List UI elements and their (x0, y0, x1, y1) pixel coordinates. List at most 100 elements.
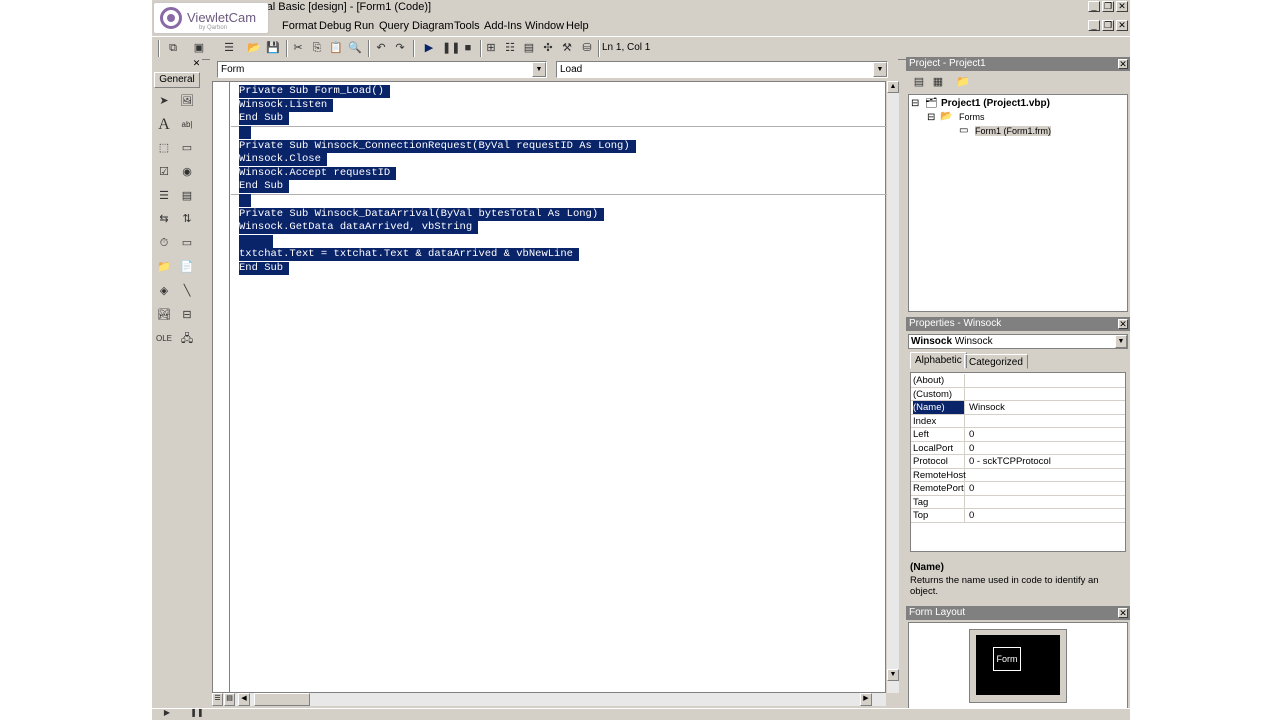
child-close-button[interactable]: ✕ (1116, 20, 1128, 31)
properties-window-icon[interactable]: ☷ (503, 41, 517, 55)
property-value[interactable]: Winsock (969, 401, 1005, 414)
toolbox-icon[interactable]: ⚒ (560, 41, 574, 55)
tree-form1[interactable]: Form1 (Form1.frm) (975, 126, 1051, 136)
property-value[interactable]: 0 - sckTCPProtocol (969, 455, 1051, 468)
toolbox-tab-general[interactable]: General (154, 72, 200, 88)
code-line[interactable]: Private Sub Winsock_ConnectionRequest(By… (239, 140, 636, 153)
timer-tool-icon[interactable]: ⏱ (155, 234, 173, 252)
menu-help[interactable]: Help (566, 20, 589, 32)
code-line[interactable]: End Sub (239, 112, 290, 125)
horizontal-scrollbar[interactable]: ☰ ▤ ◀ ▶ (212, 693, 886, 706)
menu-tools[interactable]: Tools (454, 20, 480, 32)
property-row[interactable]: Tag (911, 495, 1125, 509)
scroll-up-icon[interactable]: ▲ (887, 81, 899, 93)
tree-collapse-icon[interactable]: ⊟ (911, 98, 919, 109)
code-line[interactable] (239, 194, 251, 207)
property-row[interactable]: Index (911, 414, 1125, 428)
scroll-right-icon[interactable]: ▶ (860, 693, 872, 706)
procedure-combo[interactable]: Load ▼ (556, 61, 888, 78)
chevron-down-icon[interactable]: ▼ (532, 62, 546, 77)
listbox-tool-icon[interactable]: ▤ (178, 187, 196, 205)
project-explorer-icon[interactable]: ⊞ (484, 41, 498, 55)
vscrollbar-tool-icon[interactable]: ⇅ (178, 210, 196, 228)
code-line[interactable]: Private Sub Winsock_DataArrival(ByVal by… (239, 208, 605, 221)
full-module-view-icon[interactable]: ▤ (224, 693, 235, 706)
tree-collapse-icon[interactable]: ⊟ (927, 112, 935, 123)
save-project-icon[interactable]: 💾 (266, 41, 280, 55)
scroll-left-icon[interactable]: ◀ (238, 693, 250, 706)
property-row[interactable]: (Custom) (911, 387, 1125, 401)
code-line[interactable]: txtchat.Text = txtchat.Text & dataArrive… (239, 248, 579, 261)
menu-run[interactable]: Run (354, 20, 374, 32)
cut-icon[interactable]: ✂ (291, 41, 305, 55)
menu-window[interactable]: Window (525, 20, 564, 32)
horizontal-scroll-thumb[interactable] (254, 693, 310, 706)
checkbox-tool-icon[interactable]: ☑ (155, 163, 173, 181)
hscrollbar-tool-icon[interactable]: ⇆ (155, 210, 173, 228)
combobox-tool-icon[interactable]: ☰ (155, 187, 173, 205)
menu-format[interactable]: Format (282, 20, 317, 32)
play-icon[interactable]: ▶ (160, 706, 174, 720)
data-tool-icon[interactable]: ⊟ (178, 306, 196, 324)
drivelistbox-tool-icon[interactable]: ▭ (178, 234, 196, 252)
property-row[interactable]: Protocol 0 - sckTCPProtocol (911, 455, 1125, 469)
code-line[interactable] (239, 235, 273, 248)
winsock-tool-icon[interactable]: 🖧 (178, 330, 196, 348)
shape-tool-icon[interactable]: ◈ (155, 282, 173, 300)
view-code-icon[interactable]: ▤ (912, 75, 926, 89)
close-icon[interactable]: ✕ (1118, 59, 1128, 69)
object-browser-icon[interactable]: ✣ (541, 41, 555, 55)
open-project-icon[interactable]: 📂 (247, 41, 261, 55)
optionbutton-tool-icon[interactable]: ◉ (178, 163, 196, 181)
add-project-icon[interactable]: ⧉ (166, 41, 180, 55)
properties-object-combo[interactable]: Winsock Winsock ▼ (908, 334, 1128, 349)
undo-icon[interactable]: ↶ (374, 41, 388, 55)
menu-query[interactable]: Query (379, 20, 409, 32)
data-view-icon[interactable]: ⛁ (580, 41, 594, 55)
copy-icon[interactable]: ⎘ (310, 41, 324, 55)
pointer-tool-icon[interactable]: ➤ (155, 92, 173, 110)
minimize-button[interactable]: _ (1088, 1, 1100, 12)
tab-categorized[interactable]: Categorized (964, 354, 1028, 369)
code-line[interactable]: Winsock.Listen (239, 99, 334, 112)
vertical-scrollbar[interactable]: ▲ ▼ (887, 81, 899, 693)
chevron-down-icon[interactable]: ▼ (1115, 335, 1127, 348)
child-restore-button[interactable]: ❐ (1102, 20, 1114, 31)
tree-forms-folder[interactable]: Forms (959, 112, 985, 122)
line-tool-icon[interactable]: ╲ (178, 282, 196, 300)
code-editor[interactable]: Private Sub Form_Load() Winsock.Listen E… (212, 81, 887, 693)
form-layout-icon[interactable]: ▤ (522, 41, 536, 55)
form-position-preview[interactable]: Form (993, 647, 1021, 671)
close-icon[interactable]: ✕ (1118, 319, 1128, 329)
filelistbox-tool-icon[interactable]: 📄 (178, 258, 196, 276)
property-row[interactable]: RemoteHost (911, 468, 1125, 482)
child-minimize-button[interactable]: _ (1088, 20, 1100, 31)
dirlistbox-tool-icon[interactable]: 📁 (155, 258, 173, 276)
break-icon[interactable]: ❚❚ (442, 41, 460, 55)
tab-alphabetic[interactable]: Alphabetic (910, 352, 967, 369)
property-value[interactable]: 0 (969, 428, 974, 441)
image-tool-icon[interactable]: 🏞 (155, 306, 173, 324)
property-row[interactable]: Left 0 (911, 428, 1125, 442)
paste-icon[interactable]: 📋 (329, 41, 343, 55)
close-icon[interactable]: ✕ (1118, 608, 1128, 618)
property-value[interactable]: 0 (969, 482, 974, 495)
property-row[interactable]: Top 0 (911, 509, 1125, 523)
chevron-down-icon[interactable]: ▼ (873, 62, 887, 77)
start-icon[interactable]: ▶ (422, 41, 436, 55)
textbox-tool-icon[interactable]: ab| (178, 116, 196, 134)
ole-tool-icon[interactable]: OLE (155, 330, 173, 348)
code-line[interactable]: End Sub (239, 262, 290, 275)
tree-project-root[interactable]: Project1 (Project1.vbp) (941, 98, 1050, 109)
menu-add-ins[interactable]: Add-Ins (484, 20, 522, 32)
property-value[interactable]: 0 (969, 442, 974, 455)
commandbutton-tool-icon[interactable]: ▭ (178, 139, 196, 157)
restore-button[interactable]: ❐ (1102, 1, 1114, 12)
find-icon[interactable]: 🔍 (348, 41, 362, 55)
scroll-down-icon[interactable]: ▼ (887, 669, 899, 681)
close-button[interactable]: ✕ (1116, 1, 1128, 12)
picturebox-tool-icon[interactable]: 🖼 (178, 92, 196, 110)
code-line[interactable]: Winsock.GetData dataArrived, vbString (239, 221, 479, 234)
object-combo[interactable]: Form ▼ (217, 61, 547, 78)
end-icon[interactable]: ■ (461, 41, 475, 55)
